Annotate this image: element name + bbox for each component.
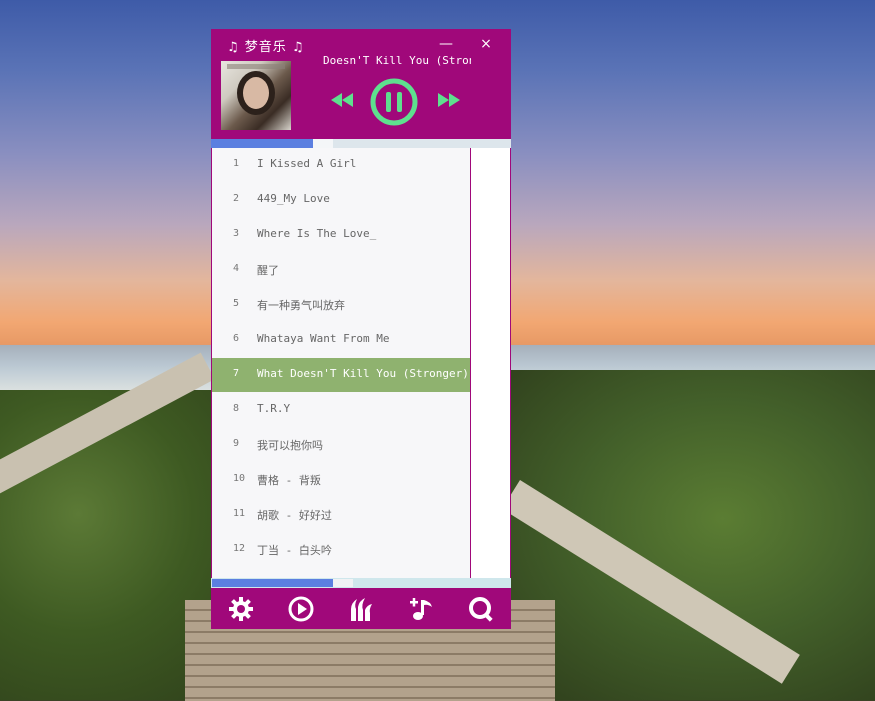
settings-button[interactable] [227, 595, 255, 623]
minimize-icon: — [439, 36, 453, 52]
playlist-area: 1 I Kissed A Girl 2 449_My Love 3 Where Is Th… [212, 148, 510, 578]
bottom-toolbar [211, 589, 511, 629]
playlist-row[interactable]: 7 What Doesn'T Kill You (Stronger) [212, 358, 470, 392]
rewind-icon [331, 93, 353, 107]
track-name: T.R.Y [257, 402, 291, 415]
track-number: 2 [233, 193, 240, 204]
play-pause-button[interactable] [370, 78, 418, 130]
pause-icon [370, 78, 418, 126]
track-name: 449_My Love [257, 192, 330, 205]
music-player-window: ♫ 梦音乐 ♫ — × Doesn'T Kill You (Stronger) [211, 29, 511, 629]
track-name: 醒了 [257, 264, 279, 277]
playlist-row[interactable]: 2 449_My Love [212, 183, 470, 217]
progress-fill [211, 139, 313, 148]
add-music-button[interactable] [407, 595, 435, 623]
playlist-row[interactable]: 5 有一种勇气叫放弃 [212, 288, 470, 322]
minimize-button[interactable]: — [434, 34, 458, 54]
track-name: 曹格 - 背叛 [257, 474, 321, 487]
track-number: 1 [233, 158, 240, 169]
track-number: 6 [233, 333, 240, 344]
playlist[interactable]: 1 I Kissed A Girl 2 449_My Love 3 Where Is Th… [212, 148, 471, 578]
track-number: 4 [233, 263, 240, 274]
wings-icon [351, 598, 372, 621]
scrollbar-fill [212, 579, 333, 587]
playback-progress-bar[interactable] [211, 139, 511, 148]
add-music-icon [410, 598, 432, 620]
playlist-row[interactable]: 6 Whataya Want From Me [212, 323, 470, 357]
track-number: 12 [233, 543, 246, 554]
search-icon [469, 597, 493, 622]
close-button[interactable]: × [474, 34, 498, 54]
track-number: 8 [233, 403, 240, 414]
previous-button[interactable] [331, 92, 353, 111]
playlist-row[interactable]: 10 曹格 - 背叛 [212, 463, 470, 497]
album-cover [221, 61, 291, 130]
close-icon: × [480, 36, 492, 52]
track-number: 7 [233, 368, 240, 379]
track-number: 3 [233, 228, 240, 239]
track-name: What Doesn'T Kill You (Stronger) [257, 367, 469, 380]
now-playing-button[interactable] [287, 595, 315, 623]
playlist-row[interactable]: 9 我可以抱你吗 [212, 428, 470, 462]
track-name: Where Is The Love_ [257, 227, 377, 240]
track-number: 11 [233, 508, 246, 519]
track-name: Whataya Want From Me [257, 332, 390, 345]
gear-icon [229, 597, 253, 621]
play-circle-icon [288, 596, 314, 622]
track-name: 有一种勇气叫放弃 [257, 299, 345, 312]
track-number: 5 [233, 298, 240, 309]
track-name: 胡歌 - 好好过 [257, 509, 332, 522]
playlist-row[interactable]: 4 醒了 [212, 253, 470, 287]
playlist-row[interactable]: 8 T.R.Y [212, 393, 470, 427]
playlist-scrollbar[interactable] [211, 578, 511, 588]
now-playing-title: Doesn'T Kill You (Stronger) [323, 54, 471, 67]
track-name: 丁当 - 白头吟 [257, 544, 332, 557]
app-title: ♫ 梦音乐 ♫ [227, 40, 305, 55]
scrollbar-thumb[interactable] [333, 579, 353, 587]
next-button[interactable] [438, 92, 460, 111]
fast-forward-icon [438, 93, 460, 107]
track-number: 10 [233, 473, 246, 484]
playlist-row[interactable]: 12 丁当 - 白头吟 [212, 533, 470, 567]
track-number: 9 [233, 438, 240, 449]
track-name: I Kissed A Girl [257, 157, 357, 170]
search-button[interactable] [467, 595, 495, 623]
progress-thumb[interactable] [313, 139, 333, 148]
playlist-row[interactable]: 3 Where Is The Love_ [212, 218, 470, 252]
library-button[interactable] [347, 595, 375, 623]
playlist-row[interactable]: 11 胡歌 - 好好过 [212, 498, 470, 532]
track-name: 我可以抱你吗 [257, 439, 323, 452]
playlist-row[interactable]: 1 I Kissed A Girl [212, 148, 470, 182]
